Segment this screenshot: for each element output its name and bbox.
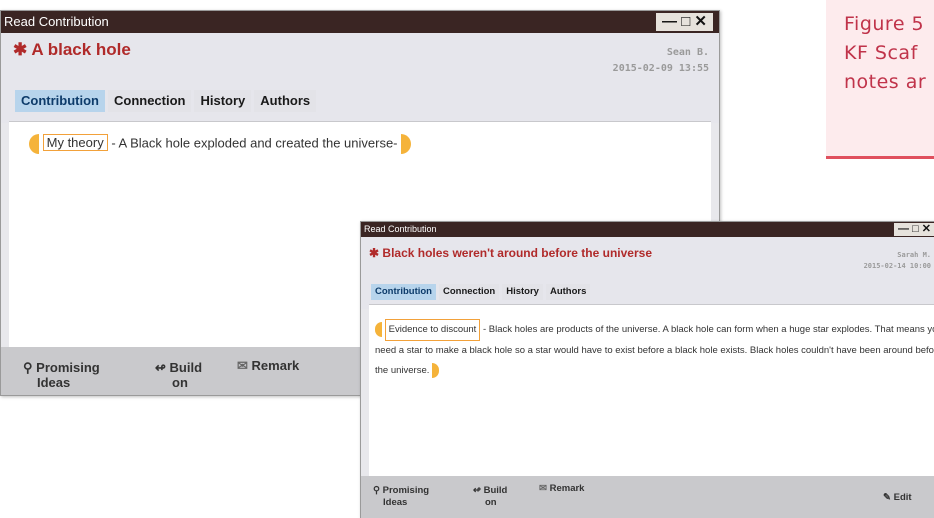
note-title: Black holes weren't around before the un… [382,246,653,260]
window-controls: — □ ✕ [894,223,934,236]
scaffold-start-marker [375,321,382,337]
promising-label: Promising [382,485,430,496]
edit-label: Edit [893,492,912,503]
close-icon[interactable]: ✕ [922,223,931,235]
caption-line: Figure 5 [844,13,925,35]
tab-authors[interactable]: Authors [545,284,591,300]
tab-bar: Contribution Connection History Authors [15,90,319,112]
caption-line: KF Scaf [844,42,918,64]
build-label-2: on [485,497,497,508]
author-name[interactable]: Sean B. [613,45,709,61]
note-type-icon: ✱ [369,246,380,260]
scaffold-start-marker [29,134,39,154]
promising-ideas-button[interactable]: ⚲ Promising Ideas [373,485,429,509]
window-controls: — □ ✕ [656,13,713,31]
contribution-text: My theory - A Black hole exploded and cr… [29,134,412,154]
build-label: Build [483,485,508,496]
scaffold-end-marker [401,134,412,154]
note-title-row: ✱ Black holes weren't around before the … [369,246,652,260]
minimize-icon[interactable]: — [662,13,677,30]
window-titlebar[interactable]: Read Contribution — □ ✕ [361,222,934,237]
close-icon[interactable]: ✕ [694,13,707,30]
lightbulb-icon: ⚲ [373,485,380,496]
note-date: 2015-02-14 10:00 [863,262,931,270]
contribution-body: - A Black hole exploded and created the … [111,135,398,151]
promising-label-2: Ideas [37,375,71,390]
read-contribution-window-2: Read Contribution — □ ✕ ✱ Black holes we… [360,221,934,518]
scaffold-end-marker [432,362,440,378]
build-label: Build [169,360,203,375]
contribution-content[interactable]: Evidence to discount - Black holes are p… [369,304,934,477]
build-on-icon: ↫ [473,485,481,496]
caption-text: Figure 5 KF Scaf notes ar [844,10,926,97]
note-meta: Sean B. 2015-02-09 13:55 [613,45,709,77]
tab-connection[interactable]: Connection [438,284,500,300]
figure-caption: Figure 5 KF Scaf notes ar [826,0,934,159]
edit-button[interactable]: ✎ Edit [883,492,912,504]
author-name[interactable]: Sarah M. [864,250,931,261]
window-title: Read Contribution [364,224,437,234]
promising-label-2: Ideas [383,497,408,508]
tab-history[interactable]: History [502,284,543,300]
maximize-icon[interactable]: □ [912,223,919,235]
remark-button[interactable]: ✉ Remark [237,358,299,373]
tab-authors[interactable]: Authors [254,90,317,112]
note-meta: Sarah M. 2015-02-14 10:00 [864,250,931,272]
tab-bar: Contribution Connection History Authors [371,284,593,300]
scaffold-label[interactable]: Evidence to discount [384,319,481,341]
caption-line: notes ar [844,71,927,93]
window-title: Read Contribution [4,14,109,29]
promising-label: Promising [36,360,100,375]
build-on-icon: ↫ [155,360,166,375]
edit-icon: ✎ [883,492,891,503]
remark-button[interactable]: ✉ Remark [539,483,584,495]
note-title: A black hole [31,40,131,59]
tab-contribution[interactable]: Contribution [15,90,105,112]
action-footer: ⚲ Promising Ideas ↫ Build on ✉ Remark ✎ … [361,476,934,518]
minimize-icon[interactable]: — [898,223,909,235]
window-titlebar[interactable]: Read Contribution — □ ✕ [1,11,719,33]
maximize-icon[interactable]: □ [681,13,690,30]
build-on-button[interactable]: ↫ Build on [155,360,202,390]
build-on-button[interactable]: ↫ Build on [473,485,507,509]
remark-label: Remark [251,358,300,373]
build-label-2: on [172,375,188,390]
scaffold-label[interactable]: My theory [42,134,108,152]
note-title-row: ✱ A black hole [13,40,131,60]
tab-history[interactable]: History [194,90,252,112]
remark-label: Remark [549,483,585,494]
note-date: 2015-02-09 13:55 [612,63,709,74]
note-type-icon: ✱ [13,40,28,59]
remark-icon: ✉ [237,358,248,373]
lightbulb-icon: ⚲ [23,360,33,375]
remark-icon: ✉ [539,483,547,494]
tab-connection[interactable]: Connection [107,90,192,112]
contribution-text: Evidence to discount - Black holes are p… [375,319,934,381]
tab-contribution[interactable]: Contribution [371,284,436,300]
promising-ideas-button[interactable]: ⚲ Promising Ideas [23,360,100,390]
